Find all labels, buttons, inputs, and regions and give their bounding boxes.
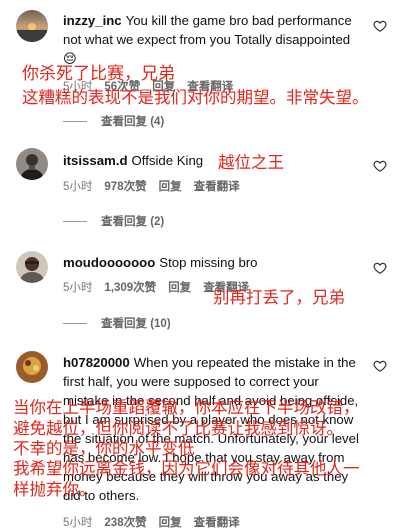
translation-overlay-7: 不幸的是，你的水平变低 (13, 439, 195, 458)
view-replies-button[interactable]: 查看回复 (2) (63, 213, 164, 229)
view-replies-label: 查看回复 (2) (101, 216, 165, 228)
comment-username[interactable]: inzzy_inc (63, 13, 122, 28)
translation-overlay-2: 这糟糕的表现不是我们对你的期望。非常失望。 (22, 88, 369, 107)
comment-body: inzzy_inc You kill the game bro bad perfo… (63, 11, 363, 68)
view-replies-button[interactable]: 查看回复 (10) (63, 315, 171, 331)
translate-button[interactable]: 查看翻译 (194, 514, 240, 530)
translation-overlay-4: 别再打丢了，兄弟 (213, 288, 345, 307)
divider (63, 322, 87, 324)
translation-overlay-8: 我希望你远离金钱，因为它们会像对待其他人一 (13, 459, 360, 478)
view-replies-label: 查看回复 (4) (101, 116, 165, 128)
timestamp: 5小时 (63, 181, 93, 193)
comment-body: itsissam.d Offside King (63, 151, 363, 170)
reply-button[interactable]: 回复 (168, 279, 191, 295)
comment-text: Stop missing bro (159, 255, 258, 270)
reply-button[interactable]: 回复 (159, 514, 182, 530)
translation-overlay-6: 避免越位，但你阅读不了比赛让我感到惊讶。 (13, 419, 343, 438)
view-replies-button[interactable]: 查看回复 (4) (63, 113, 164, 129)
heart-icon[interactable] (373, 359, 387, 373)
comment-username[interactable]: itsissam.d (63, 153, 128, 168)
like-count[interactable]: 978次赞 (104, 178, 146, 194)
heart-icon[interactable] (373, 19, 387, 33)
avatar[interactable] (16, 10, 48, 42)
translation-overlay-1: 你杀死了比赛，兄弟 (22, 64, 175, 84)
divider (63, 120, 87, 122)
like-count[interactable]: 238次赞 (104, 514, 146, 530)
comment-text: Offside King (131, 153, 204, 168)
avatar[interactable] (16, 148, 48, 180)
divider (63, 220, 87, 222)
reply-button[interactable]: 回复 (159, 178, 182, 194)
avatar[interactable] (16, 251, 48, 283)
heart-icon[interactable] (373, 159, 387, 173)
comment-body: moudooooooo Stop missing bro (63, 253, 363, 272)
view-replies-label: 查看回复 (10) (101, 318, 171, 330)
translation-overlay-9: 样抛弃你。 (13, 480, 96, 499)
heart-icon[interactable] (373, 261, 387, 275)
avatar[interactable] (16, 351, 48, 383)
comment-meta: 5小时 238次赞 回复 查看翻译 (63, 514, 240, 530)
translate-button[interactable]: 查看翻译 (194, 178, 240, 194)
comment-username[interactable]: moudooooooo (63, 255, 155, 270)
translation-overlay-3: 越位之王 (218, 153, 284, 172)
timestamp: 5小时 (63, 282, 93, 294)
comment-username[interactable]: h07820000 (63, 355, 130, 370)
like-count[interactable]: 1,309次赞 (104, 279, 156, 295)
translation-overlay-5: 当你在上半场重蹈覆辙，你本应在下半场改错， (13, 398, 360, 417)
timestamp: 5小时 (63, 517, 93, 529)
comment-meta: 5小时 978次赞 回复 查看翻译 (63, 178, 240, 194)
